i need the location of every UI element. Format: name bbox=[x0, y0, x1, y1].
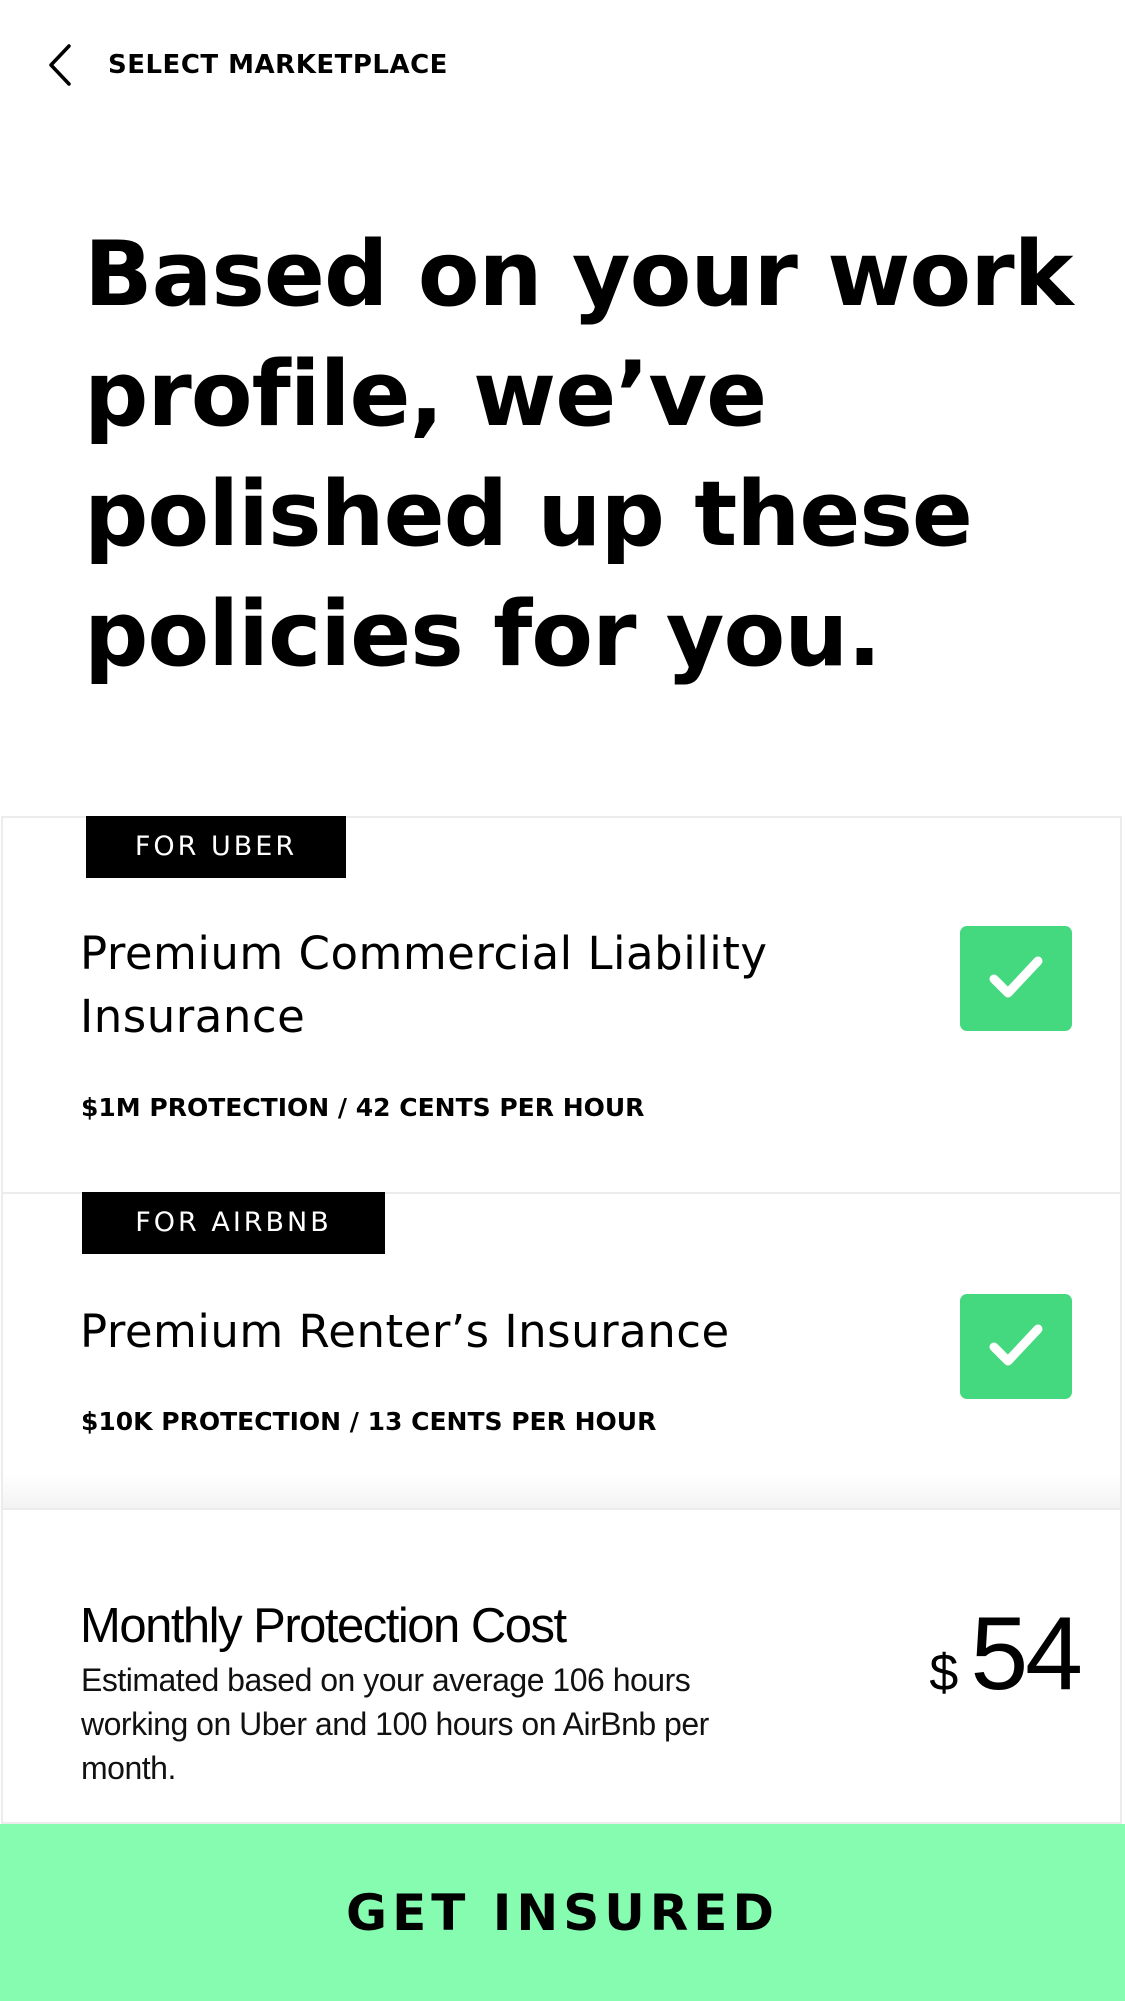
policy-detail-airbnb: $10K PROTECTION / 13 CENTS PER HOUR bbox=[81, 1407, 657, 1436]
policy-checkbox-airbnb[interactable] bbox=[960, 1294, 1072, 1399]
checkmark-icon bbox=[988, 954, 1044, 1004]
back-button[interactable] bbox=[38, 38, 82, 92]
policy-title-uber: Premium Commercial Liability Insurance bbox=[80, 927, 768, 1043]
cost-title: Monthly Protection Cost bbox=[80, 1599, 567, 1653]
policy-tag-uber: FOR UBER bbox=[86, 816, 346, 878]
cost-amount: $ 54 bbox=[929, 1596, 1083, 1712]
top-navigation-bar: SELECT MARKETPLACE bbox=[0, 0, 1125, 130]
policy-card-airbnb[interactable]: FOR AIRBNB Premium Renter’s Insurance $1… bbox=[1, 1192, 1122, 1510]
cost-value: 54 bbox=[970, 1596, 1083, 1712]
policy-title-airbnb: Premium Renter’s Insurance bbox=[80, 1305, 730, 1358]
policy-tag-airbnb: FOR AIRBNB bbox=[82, 1192, 385, 1254]
nav-title: SELECT MARKETPLACE bbox=[108, 50, 448, 80]
page-headline: Based on your work profile, we’ve polish… bbox=[84, 222, 1073, 687]
currency-symbol: $ bbox=[929, 1644, 959, 1702]
policy-checkbox-uber[interactable] bbox=[960, 926, 1072, 1031]
policy-card-uber[interactable]: FOR UBER Premium Commercial Liability In… bbox=[1, 816, 1122, 1194]
policy-detail-uber: $1M PROTECTION / 42 CENTS PER HOUR bbox=[81, 1093, 645, 1122]
monthly-cost-summary: Monthly Protection Cost Estimated based … bbox=[1, 1508, 1122, 1824]
get-insured-button[interactable]: GET INSURED bbox=[0, 1824, 1125, 2001]
chevron-left-icon bbox=[47, 43, 73, 87]
cost-description: Estimated based on your average 106 hour… bbox=[81, 1662, 709, 1786]
checkmark-icon bbox=[988, 1322, 1044, 1372]
